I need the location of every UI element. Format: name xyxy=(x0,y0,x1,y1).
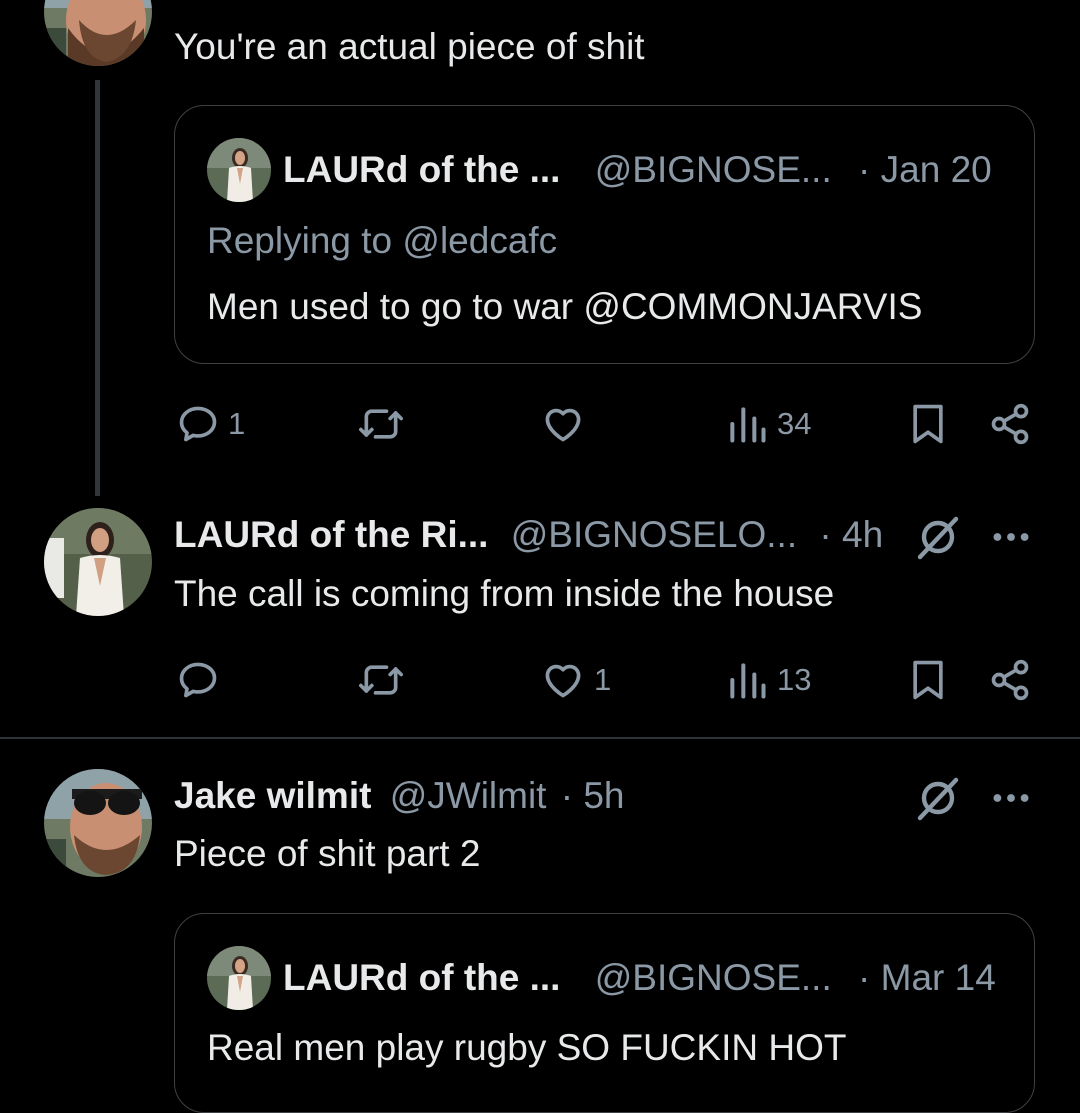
like-button[interactable] xyxy=(540,402,594,446)
views-count: 13 xyxy=(777,662,812,697)
quote1-replying: Replying to @ledcafc xyxy=(207,220,558,261)
grok-button[interactable] xyxy=(914,513,962,561)
reply-icon xyxy=(179,662,217,698)
reply-icon xyxy=(179,406,217,442)
tweet3-text: Piece of shit part 2 xyxy=(174,833,481,874)
bookmark-button[interactable] xyxy=(906,658,950,702)
quote-avatar-laurd-image xyxy=(207,946,271,1010)
tweet2-name[interactable]: LAURd of the Ri... xyxy=(174,514,488,555)
avatar-laurd[interactable] xyxy=(44,508,152,616)
tweet2-time[interactable]: · 4h xyxy=(819,514,883,555)
like-count: 1 xyxy=(594,662,612,697)
like-button[interactable]: 1 xyxy=(540,658,611,702)
quote1-header: LAURd of the ... @BIGNOSE... · Jan 20 xyxy=(283,148,992,192)
share-icon xyxy=(991,403,1029,445)
avatar-jake[interactable] xyxy=(44,0,152,66)
grok-icon xyxy=(917,516,959,560)
more-icon xyxy=(993,533,1029,541)
quote-avatar-laurd xyxy=(207,946,271,1010)
quote2-date[interactable]: · Mar 14 xyxy=(858,957,996,998)
quote1-date[interactable]: · Jan 20 xyxy=(858,149,992,190)
more-button[interactable] xyxy=(990,781,1032,815)
tweet3-header: Jake wilmit @JWilmit · 5h xyxy=(174,774,625,818)
quote2-text: Real men play rugby SO FUCKIN HOT xyxy=(207,1027,847,1068)
tweet2-handle[interactable]: @BIGNOSELO... xyxy=(511,514,797,555)
like-icon xyxy=(545,664,581,698)
bookmark-button[interactable] xyxy=(906,402,950,446)
tweet3-time[interactable]: · 5h xyxy=(561,775,625,816)
avatar-laurd-image xyxy=(44,508,152,616)
views-icon xyxy=(730,407,766,443)
tweet3-handle[interactable]: @JWilmit xyxy=(390,775,547,816)
retweet-icon xyxy=(359,409,403,439)
reply-button[interactable] xyxy=(176,658,228,702)
share-icon xyxy=(991,659,1029,701)
views-icon xyxy=(730,663,766,699)
like-icon xyxy=(545,408,581,442)
avatar-jake-image xyxy=(44,0,152,66)
retweet-button[interactable] xyxy=(356,658,406,702)
reply-button[interactable]: 1 xyxy=(176,402,245,446)
quote-avatar-laurd xyxy=(207,138,271,202)
views-button[interactable]: 34 xyxy=(725,402,811,446)
more-button[interactable] xyxy=(990,520,1032,554)
thread-line xyxy=(95,80,100,496)
quote1-handle[interactable]: @BIGNOSE... xyxy=(595,149,832,190)
share-button[interactable] xyxy=(988,658,1032,702)
quote2-handle[interactable]: @BIGNOSE... xyxy=(595,957,832,998)
retweet-button[interactable] xyxy=(356,402,406,446)
quote1-text: Men used to go to war @COMMONJARVIS xyxy=(207,286,923,327)
avatar-jake-image xyxy=(44,769,152,877)
quote-avatar-laurd-image xyxy=(207,138,271,202)
grok-icon xyxy=(917,777,959,821)
bookmark-icon xyxy=(913,404,943,444)
quote1-name[interactable]: LAURd of the ... xyxy=(283,149,560,190)
avatar-jake[interactable] xyxy=(44,769,152,877)
quote2-header: LAURd of the ... @BIGNOSE... · Mar 14 xyxy=(283,956,996,1000)
divider xyxy=(0,737,1080,739)
retweet-icon xyxy=(359,665,403,695)
more-icon xyxy=(993,794,1029,802)
bookmark-icon xyxy=(913,660,943,700)
tweet3-name[interactable]: Jake wilmit xyxy=(174,775,371,816)
tweet2-header: LAURd of the Ri... @BIGNOSELO... · 4h xyxy=(174,513,883,557)
reply-count: 1 xyxy=(228,406,246,441)
views-count: 34 xyxy=(777,406,812,441)
share-button[interactable] xyxy=(988,402,1032,446)
quote2-name[interactable]: LAURd of the ... xyxy=(283,957,560,998)
grok-button[interactable] xyxy=(914,774,962,822)
tweet1-text: You're an actual piece of shit xyxy=(174,26,645,67)
tweet2-text: The call is coming from inside the house xyxy=(174,573,835,614)
tweet1-quote-card[interactable]: LAURd of the ... @BIGNOSE... · Jan 20 Re… xyxy=(174,105,1035,364)
tweet3-quote-card[interactable]: LAURd of the ... @BIGNOSE... · Mar 14 Re… xyxy=(174,913,1035,1113)
views-button[interactable]: 13 xyxy=(725,658,811,702)
